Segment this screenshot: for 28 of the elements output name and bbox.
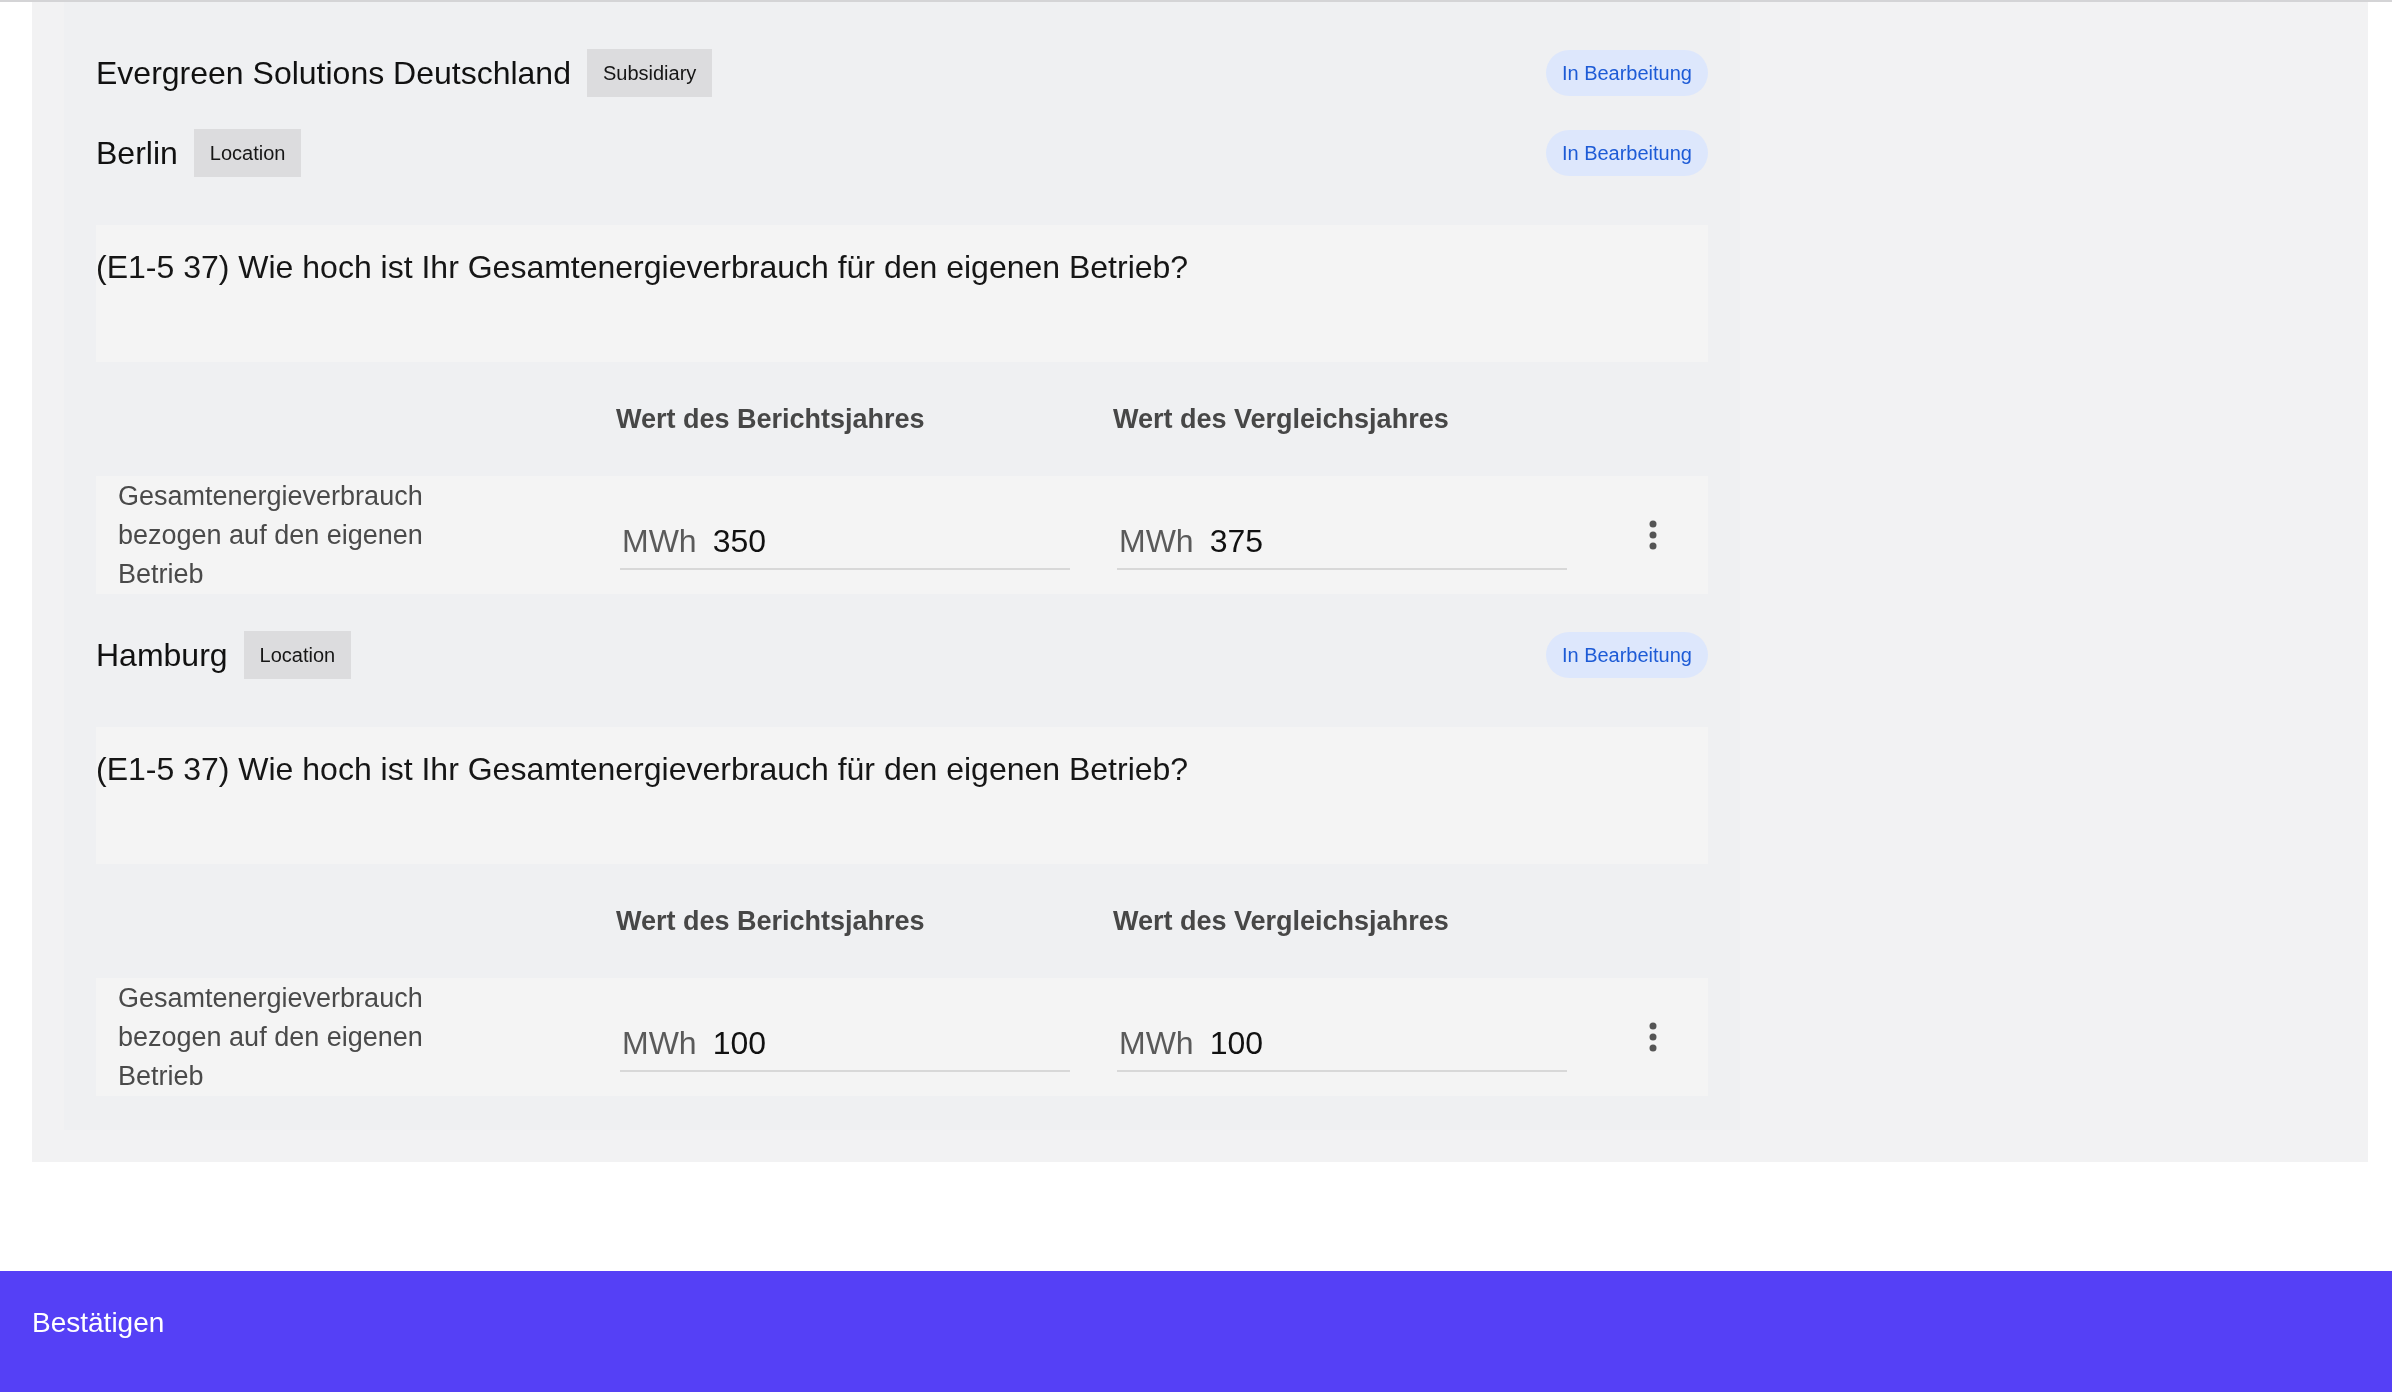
row-label: Gesamtenergieverbrauch bezogen auf den eigenen Betrieb [118, 981, 424, 1093]
column-header: Wert des Vergleichsjahres [1113, 905, 1450, 937]
more-options-icon[interactable] [1648, 520, 1658, 550]
unit-prefix: MWh [1119, 1024, 1194, 1062]
status-badge: In Bearbeitung [1545, 130, 1708, 176]
question-text: (E1-5 37) Wie hoch ist Ihr Gesamtenergieverbrauch für den eigenen Betrieb? [96, 225, 1708, 362]
column-header: Wert des Vergleichsjahres [1113, 403, 1450, 435]
confirm-button[interactable]: Bestätigen [0, 1271, 2392, 1392]
input-field[interactable]: 375 [1209, 522, 1567, 560]
unit-prefix: MWh [1119, 522, 1194, 560]
location-name: Hamburg [96, 636, 228, 674]
type-tag: Subsidiary [586, 49, 713, 97]
column-header: Wert des Berichtsjahres [616, 905, 926, 937]
type-tag: Location [243, 631, 352, 679]
row-label: Gesamtenergieverbrauch bezogen auf den eigenen Betrieb [118, 479, 424, 591]
question-text: (E1-5 37) Wie hoch ist Ihr Gesamtenergieverbrauch für den eigenen Betrieb? [96, 727, 1708, 864]
company-name: Evergreen Solutions Deutschland [96, 54, 571, 92]
location-name: Berlin [96, 134, 178, 172]
status-badge: In Bearbeitung [1545, 632, 1708, 678]
unit-prefix: MWh [622, 522, 697, 560]
input-field[interactable]: 100 [712, 1024, 1070, 1062]
status-badge: In Bearbeitung [1545, 50, 1708, 96]
input-field[interactable]: 350 [712, 522, 1070, 560]
more-options-icon[interactable] [1648, 1022, 1658, 1052]
input-field[interactable]: 100 [1209, 1024, 1567, 1062]
unit-prefix: MWh [622, 1024, 697, 1062]
column-header: Wert des Berichtsjahres [616, 403, 926, 435]
type-tag: Location [193, 129, 302, 177]
